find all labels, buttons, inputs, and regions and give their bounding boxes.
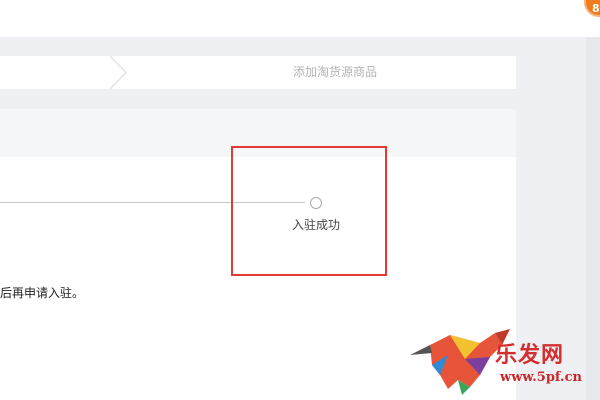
notification-count: 8 [592, 2, 600, 15]
chevron-right-icon [109, 56, 128, 89]
watermark-url: www.5pf.cn [500, 370, 582, 385]
highlight-annotation-box [231, 146, 387, 276]
watermark-brand: 乐发网 [495, 342, 565, 368]
steps-bar: 添加淘货源商品 [0, 56, 516, 89]
top-header [0, 0, 600, 37]
notice-text: 后再申请入驻。 [0, 286, 85, 300]
step-add-products-label: 添加淘货源商品 [292, 65, 377, 79]
